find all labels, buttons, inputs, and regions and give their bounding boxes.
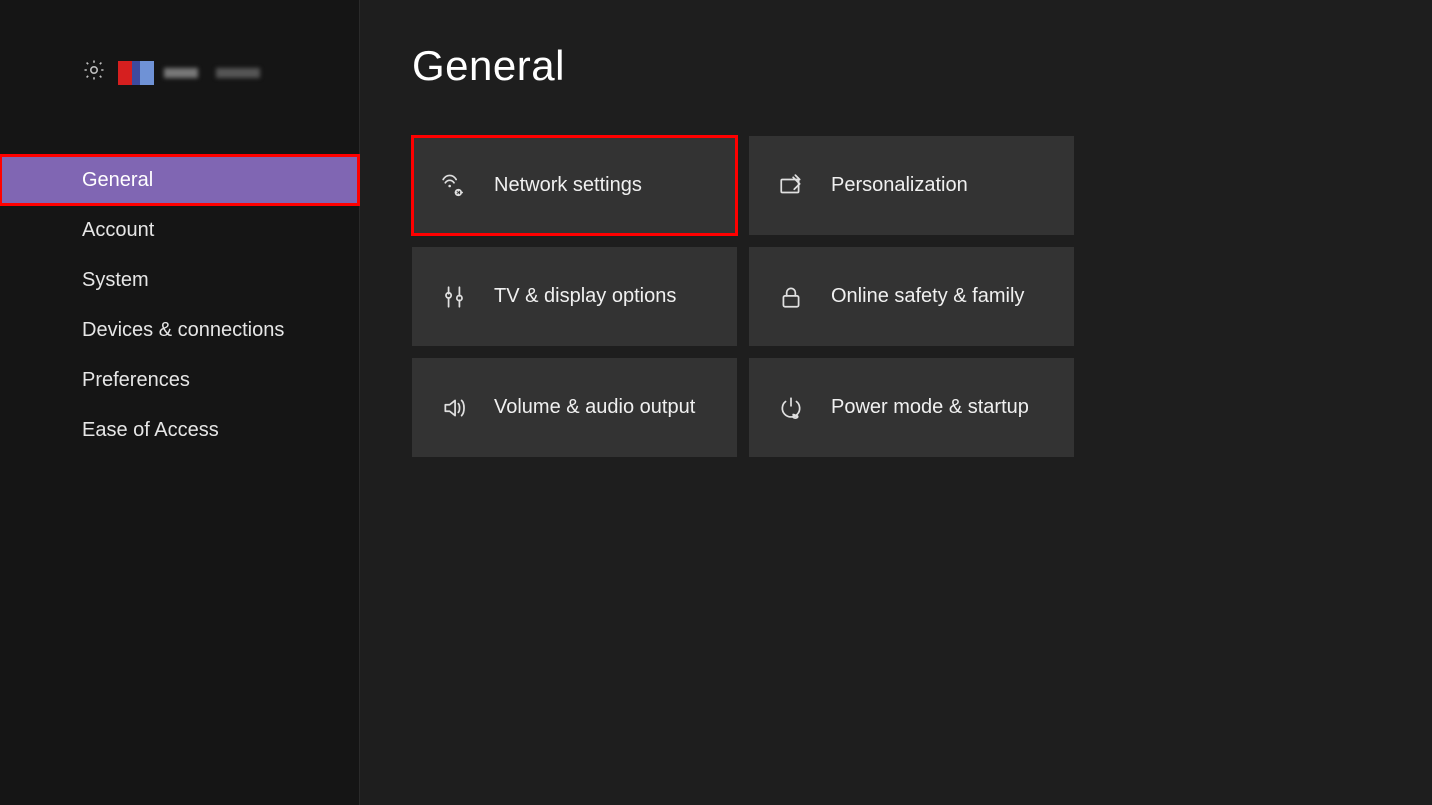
personalization-icon bbox=[777, 172, 805, 200]
avatar bbox=[118, 61, 260, 85]
tile-label: TV & display options bbox=[494, 285, 676, 308]
tile-label: Network settings bbox=[494, 174, 642, 197]
display-icon bbox=[440, 283, 468, 311]
gear-icon bbox=[82, 58, 106, 87]
power-icon bbox=[777, 394, 805, 422]
tile-power-mode-startup[interactable]: Power mode & startup bbox=[749, 358, 1074, 457]
tile-personalization[interactable]: Personalization bbox=[749, 136, 1074, 235]
network-icon bbox=[440, 172, 468, 200]
tile-volume-audio-output[interactable]: Volume & audio output bbox=[412, 358, 737, 457]
tile-label: Online safety & family bbox=[831, 285, 1024, 308]
avatar-image bbox=[118, 61, 154, 85]
profile-row[interactable] bbox=[0, 58, 359, 87]
sidebar-item-devices-connections[interactable]: Devices & connections bbox=[0, 305, 359, 355]
sidebar-item-label: System bbox=[82, 269, 149, 292]
audio-icon bbox=[440, 394, 468, 422]
sidebar-item-label: Ease of Access bbox=[82, 419, 219, 442]
sidebar-item-label: Devices & connections bbox=[82, 319, 284, 342]
tile-label: Personalization bbox=[831, 174, 968, 197]
tile-label: Volume & audio output bbox=[494, 396, 695, 419]
sidebar-nav: General Account System Devices & connect… bbox=[0, 155, 359, 455]
tile-online-safety-family[interactable]: Online safety & family bbox=[749, 247, 1074, 346]
main-panel: General Network settings P bbox=[360, 0, 1432, 805]
tile-label: Power mode & startup bbox=[831, 396, 1029, 419]
tile-network-settings[interactable]: Network settings bbox=[412, 136, 737, 235]
tile-tv-display-options[interactable]: TV & display options bbox=[412, 247, 737, 346]
sidebar-item-ease-of-access[interactable]: Ease of Access bbox=[0, 405, 359, 455]
sidebar-item-general[interactable]: General bbox=[0, 155, 359, 205]
sidebar-item-system[interactable]: System bbox=[0, 255, 359, 305]
settings-sidebar: General Account System Devices & connect… bbox=[0, 0, 360, 805]
sidebar-item-label: Account bbox=[82, 219, 154, 242]
lock-icon bbox=[777, 283, 805, 311]
sidebar-item-label: General bbox=[82, 169, 153, 192]
tiles-grid: Network settings Personalization bbox=[412, 136, 1432, 457]
page-title: General bbox=[412, 42, 1432, 90]
sidebar-item-account[interactable]: Account bbox=[0, 205, 359, 255]
username-redacted bbox=[164, 68, 260, 78]
sidebar-item-label: Preferences bbox=[82, 369, 190, 392]
sidebar-item-preferences[interactable]: Preferences bbox=[0, 355, 359, 405]
